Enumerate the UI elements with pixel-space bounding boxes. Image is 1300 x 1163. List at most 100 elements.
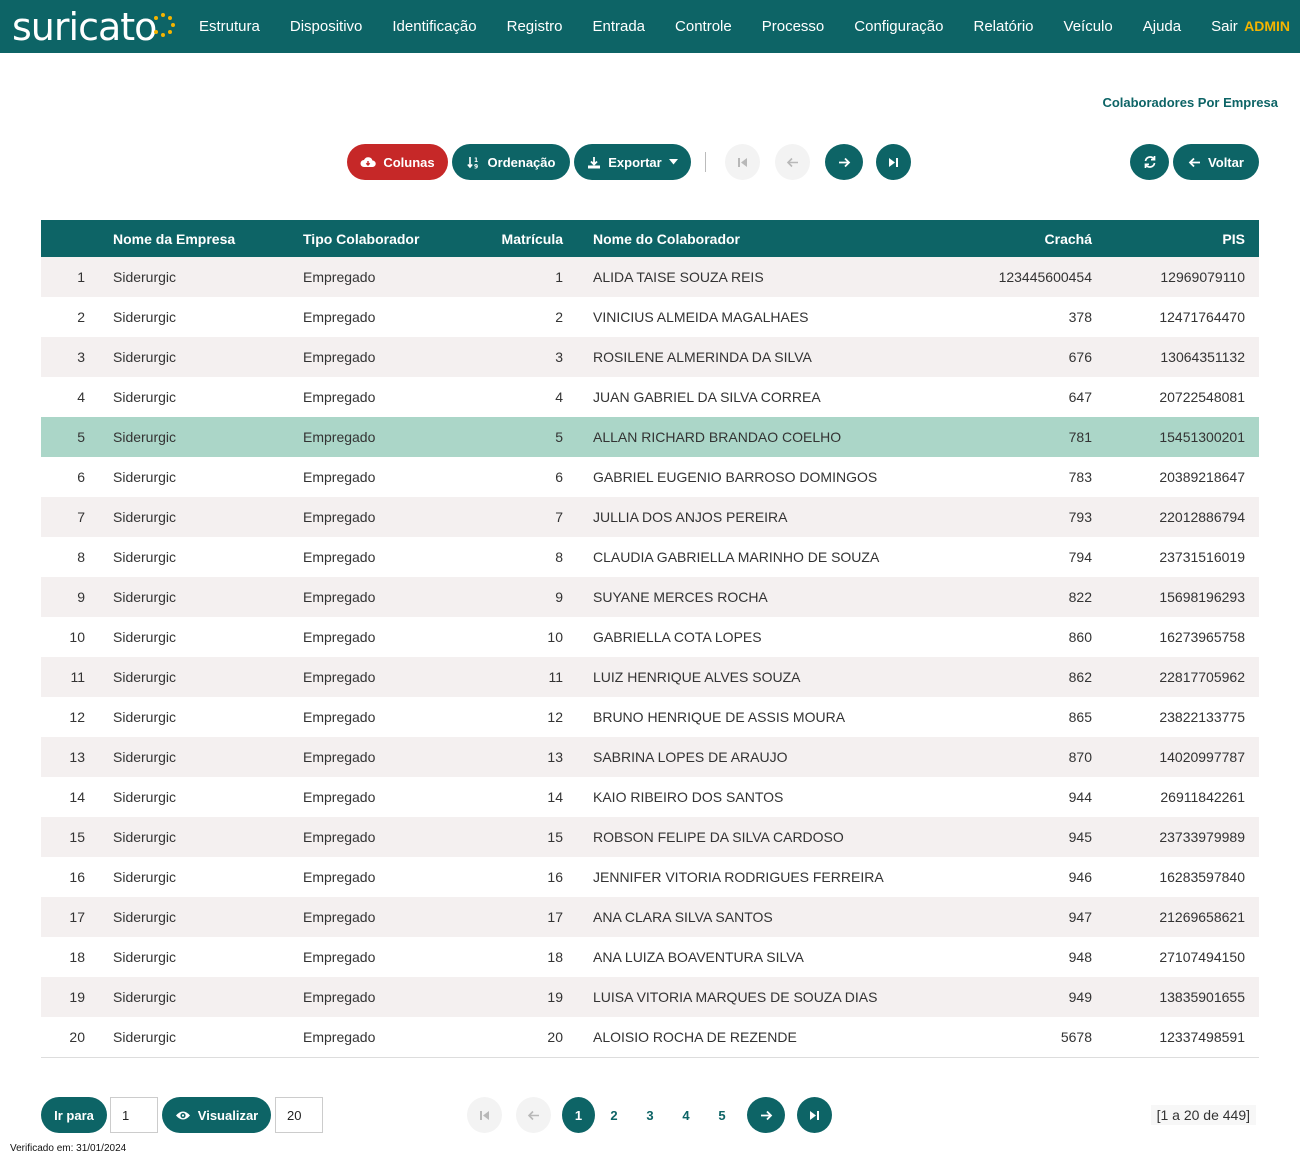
- row-index: 13: [69, 749, 85, 765]
- cell-employee-name: ALOISIO ROCHA DE REZENDE: [593, 1028, 797, 1045]
- last-page-button[interactable]: [876, 144, 911, 180]
- table-row[interactable]: 12 Siderurgic Empregado 12 BRUNO HENRIQUE DE…: [41, 697, 1259, 737]
- cell-employee-name: JUAN GABRIEL DA SILVA CORREA: [593, 389, 821, 405]
- table-row[interactable]: 1 Siderurgic Empregado 1 ALIDA TAISE SOUZA R…: [41, 257, 1259, 297]
- cell-employee-name: KAIO RIBEIRO DOS SANTOS: [593, 789, 784, 805]
- cell-pis: 12337498591: [1159, 1028, 1245, 1045]
- row-index: 11: [70, 669, 85, 685]
- cell-pis: 23822133775: [1159, 709, 1245, 725]
- menu-item-7[interactable]: Configuração: [839, 18, 958, 35]
- cell-employee-name: LUISA VITORIA MARQUES DE SOUZA DIAS: [593, 989, 878, 1005]
- cell-company: Siderurgic: [113, 789, 177, 805]
- main-menu: Estrutura Dispositivo Identificação Registr…: [184, 0, 1253, 53]
- table-row[interactable]: 8 Siderurgic Empregado 8 CLAUDIA GABRIELLA M…: [41, 537, 1259, 577]
- cell-badge: 378: [1068, 309, 1092, 325]
- col-header-type[interactable]: Tipo Colaborador: [289, 220, 454, 257]
- page-size-input[interactable]: 20: [275, 1097, 323, 1133]
- goto-page-input[interactable]: 1: [110, 1097, 158, 1133]
- cell-pis: 13835901655: [1159, 989, 1245, 1005]
- row-index: 18: [69, 949, 85, 965]
- user-name[interactable]: ADMIN: [1244, 18, 1290, 34]
- cell-pis: 22817705962: [1159, 669, 1245, 685]
- row-index: 9: [77, 589, 85, 605]
- prev-page-button[interactable]: [775, 144, 810, 180]
- view-button[interactable]: Visualizar: [162, 1097, 271, 1133]
- page-number-4[interactable]: 4: [670, 1097, 702, 1133]
- goto-button[interactable]: Ir para: [41, 1097, 107, 1133]
- cell-type: Empregado: [303, 509, 376, 525]
- cell-badge: 948: [1068, 949, 1092, 965]
- table-row[interactable]: 10 Siderurgic Empregado 10 GABRIELLA COTA LO…: [41, 617, 1259, 657]
- table-row[interactable]: 9 Siderurgic Empregado 9 SUYANE MERCES ROCHA…: [41, 577, 1259, 617]
- app-logo[interactable]: suricato: [12, 4, 178, 49]
- cell-registration: 3: [555, 349, 563, 365]
- cell-pis: 12969079110: [1160, 269, 1245, 285]
- menu-item-6[interactable]: Processo: [747, 18, 840, 35]
- table-body: 1 Siderurgic Empregado 1 ALIDA TAISE SOUZA R…: [41, 257, 1259, 1057]
- page-number-5[interactable]: 5: [706, 1097, 738, 1133]
- menu-item-10[interactable]: Ajuda: [1128, 18, 1196, 35]
- cell-pis: 15451300201: [1159, 429, 1245, 445]
- columns-button[interactable]: Colunas: [347, 144, 448, 180]
- menu-item-0[interactable]: Estrutura: [184, 18, 275, 35]
- menu-item-4[interactable]: Entrada: [577, 18, 660, 35]
- col-header-employee-name[interactable]: Nome do Colaborador: [577, 220, 977, 257]
- skip-first-icon: [738, 157, 747, 167]
- menu-item-9[interactable]: Veículo: [1049, 18, 1128, 35]
- page-number-1[interactable]: 1: [562, 1097, 595, 1133]
- col-header-index: [41, 220, 99, 257]
- cell-pis: 20722548081: [1159, 389, 1245, 405]
- next-page-button[interactable]: [825, 144, 863, 180]
- footer-prev-page-button[interactable]: [516, 1097, 551, 1133]
- cell-pis: 14020997787: [1159, 749, 1245, 765]
- page-number-2[interactable]: 2: [598, 1097, 630, 1133]
- first-page-button[interactable]: [725, 144, 760, 180]
- table-row[interactable]: 15 Siderurgic Empregado 15 ROBSON FELIPE DA …: [41, 817, 1259, 857]
- cell-pis: 20389218647: [1159, 469, 1245, 485]
- table-row[interactable]: 2 Siderurgic Empregado 2 VINICIUS ALMEIDA MA…: [41, 297, 1259, 337]
- footer-last-page-button[interactable]: [797, 1097, 832, 1133]
- table-row[interactable]: 6 Siderurgic Empregado 6 GABRIEL EUGENIO BAR…: [41, 457, 1259, 497]
- order-button[interactable]: 19 Ordenação: [452, 144, 570, 180]
- cell-pis: 15698196293: [1159, 589, 1245, 605]
- menu-item-8[interactable]: Relatório: [959, 18, 1049, 35]
- cell-badge: 949: [1068, 989, 1092, 1005]
- cell-type: Empregado: [303, 629, 376, 645]
- cell-registration: 19: [547, 989, 563, 1005]
- cell-type: Empregado: [303, 589, 376, 605]
- menu-item-3[interactable]: Registro: [492, 18, 578, 35]
- cell-registration: 20: [547, 1028, 563, 1045]
- table-row[interactable]: 4 Siderurgic Empregado 4 JUAN GABRIEL DA SIL…: [41, 377, 1259, 417]
- table-row[interactable]: 20 Siderurgic Empregado 20 ALOISIO ROCHA DE …: [41, 1017, 1259, 1057]
- menu-item-2[interactable]: Identificação: [377, 18, 491, 35]
- col-header-registration[interactable]: Matrícula: [454, 220, 577, 257]
- table-row[interactable]: 18 Siderurgic Empregado 18 ANA LUIZA BOAVENT…: [41, 937, 1259, 977]
- menu-item-1[interactable]: Dispositivo: [275, 18, 378, 35]
- footer-first-page-button[interactable]: [467, 1097, 502, 1133]
- col-header-badge[interactable]: Crachá: [977, 220, 1106, 257]
- download-icon: [588, 156, 601, 168]
- page-number-3[interactable]: 3: [634, 1097, 666, 1133]
- cell-pis: 22012886794: [1159, 509, 1245, 525]
- table-row[interactable]: 14 Siderurgic Empregado 14 KAIO RIBEIRO DOS …: [41, 777, 1259, 817]
- footer-next-page-button[interactable]: [747, 1097, 785, 1133]
- export-button[interactable]: Exportar: [574, 144, 691, 180]
- table-row[interactable]: 11 Siderurgic Empregado 11 LUIZ HENRIQUE ALV…: [41, 657, 1259, 697]
- menu-item-5[interactable]: Controle: [660, 18, 747, 35]
- table-row[interactable]: 7 Siderurgic Empregado 7 JULLIA DOS ANJOS PE…: [41, 497, 1259, 537]
- table-row[interactable]: 3 Siderurgic Empregado 3 ROSILENE ALMERINDA …: [41, 337, 1259, 377]
- refresh-button[interactable]: [1130, 144, 1169, 180]
- sort-icon: 19: [466, 156, 478, 169]
- table-row[interactable]: 13 Siderurgic Empregado 13 SABRINA LOPES DE …: [41, 737, 1259, 777]
- cell-company: Siderurgic: [113, 629, 177, 645]
- col-header-pis[interactable]: PIS: [1106, 220, 1259, 257]
- table-row[interactable]: 17 Siderurgic Empregado 17 ANA CLARA SILVA S…: [41, 897, 1259, 937]
- table-row[interactable]: 5 Siderurgic Empregado 5 ALLAN RICHARD BRAND…: [41, 417, 1259, 457]
- cell-badge: 862: [1068, 669, 1092, 685]
- col-header-company[interactable]: Nome da Empresa: [99, 220, 289, 257]
- table-row[interactable]: 16 Siderurgic Empregado 16 JENNIFER VITORIA …: [41, 857, 1259, 897]
- table-row[interactable]: 19 Siderurgic Empregado 19 LUISA VITORIA MAR…: [41, 977, 1259, 1017]
- cell-pis: 27107494150: [1159, 949, 1245, 965]
- back-button[interactable]: Voltar: [1173, 144, 1259, 180]
- cell-pis: 12471764470: [1159, 309, 1245, 325]
